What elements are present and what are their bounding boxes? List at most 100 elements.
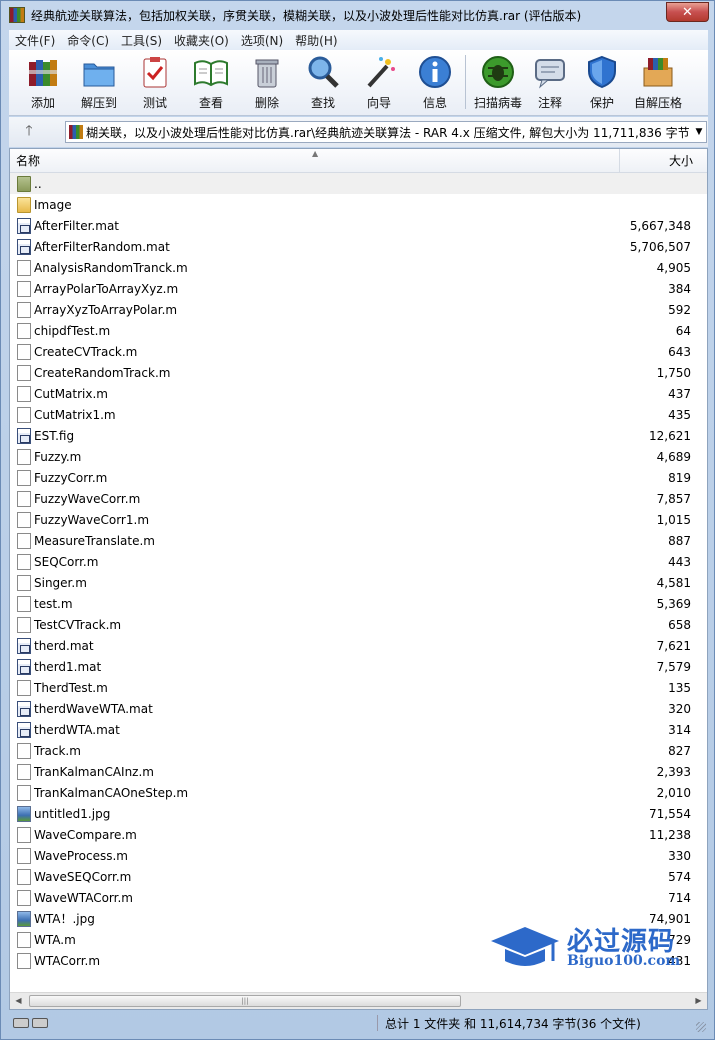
up-folder-button[interactable]: 🡑 [9, 120, 49, 144]
file-row[interactable]: untitled1.jpg 71,554 [10, 803, 707, 824]
file-size: 71,554 [649, 806, 691, 821]
file-size: 135 [668, 680, 691, 695]
file-size: 7,579 [656, 659, 691, 674]
file-row[interactable]: AfterFilterRandom.mat 5,706,507 [10, 236, 707, 257]
file-row[interactable]: ArrayPolarToArrayXyz.m 384 [10, 278, 707, 299]
menu-command[interactable]: 命令(C) [61, 32, 115, 49]
file-size: 4,689 [656, 449, 691, 464]
file-row[interactable]: FuzzyCorr.m 819 [10, 467, 707, 488]
scan-virus-button[interactable]: 扫描病毒 [470, 50, 526, 112]
menu-help[interactable]: 帮助(H) [289, 32, 343, 49]
file-row[interactable]: CutMatrix.m 437 [10, 383, 707, 404]
info-icon [419, 56, 451, 88]
file-row[interactable]: therdWTA.mat 314 [10, 719, 707, 740]
add-button[interactable]: 添加 [15, 50, 71, 112]
wizard-button[interactable]: 向导 [351, 50, 407, 112]
document-icon [17, 742, 31, 759]
file-row[interactable]: AnalysisRandomTranck.m 4,905 [10, 257, 707, 278]
view-button[interactable]: 查看 [183, 50, 239, 112]
protect-button[interactable]: 保护 [574, 50, 630, 112]
file-row[interactable]: ArrayXyzToArrayPolar.m 592 [10, 299, 707, 320]
file-row[interactable]: therd.mat 7,621 [10, 635, 707, 656]
scroll-left-icon[interactable]: ◀ [10, 993, 27, 1009]
find-button[interactable]: 查找 [295, 50, 351, 112]
file-row[interactable]: WaveCompare.m 11,238 [10, 824, 707, 845]
file-name: TranKalmanCAInz.m [34, 764, 154, 779]
file-size: 7,857 [656, 491, 691, 506]
file-row[interactable]: TranKalmanCAInz.m 2,393 [10, 761, 707, 782]
title-bar[interactable]: 经典航迹关联算法，包括加权关联，序贯关联，模糊关联，以及小波处理后性能对比仿真.… [1, 1, 714, 29]
file-row[interactable]: WaveSEQCorr.m 574 [10, 866, 707, 887]
file-row[interactable]: therd1.mat 7,579 [10, 656, 707, 677]
info-button[interactable]: 信息 [407, 50, 463, 112]
file-row[interactable]: Fuzzy.m 4,689 [10, 446, 707, 467]
comment-button[interactable]: 注释 [526, 50, 574, 112]
file-name: Singer.m [34, 575, 87, 590]
file-name: TestCVTrack.m [34, 617, 122, 632]
file-row[interactable]: CutMatrix1.m 435 [10, 404, 707, 425]
document-icon [17, 343, 31, 360]
file-size: 5,667,348 [629, 218, 691, 233]
file-row[interactable]: AfterFilter.mat 5,667,348 [10, 215, 707, 236]
scroll-right-icon[interactable]: ▶ [690, 993, 707, 1009]
drive-icon[interactable] [13, 1018, 29, 1028]
file-name: therd.mat [34, 638, 94, 653]
file-row[interactable]: EST.fig 12,621 [10, 425, 707, 446]
menu-file[interactable]: 文件(F) [9, 32, 61, 49]
file-row[interactable]: Track.m 827 [10, 740, 707, 761]
menu-tools[interactable]: 工具(S) [115, 32, 168, 49]
file-row[interactable]: WaveProcess.m 330 [10, 845, 707, 866]
menu-favorites[interactable]: 收藏夹(O) [168, 32, 235, 49]
document-icon [17, 574, 31, 591]
file-row[interactable]: TherdTest.m 135 [10, 677, 707, 698]
document-icon [17, 322, 31, 339]
file-row[interactable]: FuzzyWaveCorr.m 7,857 [10, 488, 707, 509]
extract-button[interactable]: 解压到 [71, 50, 127, 112]
file-row[interactable]: Singer.m 4,581 [10, 572, 707, 593]
winrar-window: 经典航迹关联算法，包括加权关联，序贯关联，模糊关联，以及小波处理后性能对比仿真.… [0, 0, 715, 1040]
file-row[interactable]: therdWaveWTA.mat 320 [10, 698, 707, 719]
column-size-header[interactable]: 大小 [620, 149, 707, 172]
delete-button[interactable]: 删除 [239, 50, 295, 112]
path-dropdown-icon[interactable]: ▼ [692, 127, 706, 137]
test-button[interactable]: 测试 [127, 50, 183, 112]
scroll-thumb[interactable]: ||| [29, 995, 461, 1007]
file-row[interactable]: WaveWTACorr.m 714 [10, 887, 707, 908]
file-name: FuzzyWaveCorr1.m [34, 512, 150, 527]
file-row[interactable]: test.m 5,369 [10, 593, 707, 614]
file-name: Image [34, 197, 72, 212]
file-row[interactable]: MeasureTranslate.m 887 [10, 530, 707, 551]
watermark-subtitle: Biguo100.com [567, 953, 681, 969]
file-name: AfterFilterRandom.mat [34, 239, 170, 254]
file-row[interactable]: Image [10, 194, 707, 215]
file-name: SEQCorr.m [34, 554, 99, 569]
file-row[interactable]: CreateCVTrack.m 643 [10, 341, 707, 362]
file-size: 2,010 [656, 785, 691, 800]
file-row[interactable]: TestCVTrack.m 658 [10, 614, 707, 635]
file-row[interactable]: .. [10, 173, 707, 194]
file-row[interactable]: SEQCorr.m 443 [10, 551, 707, 572]
path-field[interactable]: 糊关联，以及小波处理后性能对比仿真.rar\经典航迹关联算法 - RAR 4.x… [65, 121, 707, 143]
file-size: 5,369 [656, 596, 691, 611]
menu-options[interactable]: 选项(N) [235, 32, 289, 49]
file-row[interactable]: TranKalmanCAOneStep.m 2,010 [10, 782, 707, 803]
document-icon [17, 406, 31, 423]
file-size: 1,015 [656, 512, 691, 527]
close-button[interactable]: ✕ [666, 2, 709, 22]
file-size: 11,238 [649, 827, 691, 842]
winrar-app-icon[interactable] [9, 7, 25, 23]
resize-grip-icon[interactable] [696, 1022, 706, 1032]
sfx-button[interactable]: 自解压格 [630, 50, 686, 112]
file-size: 437 [668, 386, 691, 401]
file-row[interactable]: CreateRandomTrack.m 1,750 [10, 362, 707, 383]
file-name: TherdTest.m [34, 680, 108, 695]
add-label: 添加 [30, 96, 55, 110]
horizontal-scrollbar[interactable]: ◀ ||| ▶ [10, 992, 707, 1009]
key-icon[interactable] [32, 1018, 48, 1028]
parent-folder-icon [17, 175, 31, 192]
file-row[interactable]: FuzzyWaveCorr1.m 1,015 [10, 509, 707, 530]
file-name: ArrayXyzToArrayPolar.m [34, 302, 178, 317]
file-size: 574 [668, 869, 691, 884]
file-name: Track.m [34, 743, 81, 758]
file-row[interactable]: chipdfTest.m 64 [10, 320, 707, 341]
